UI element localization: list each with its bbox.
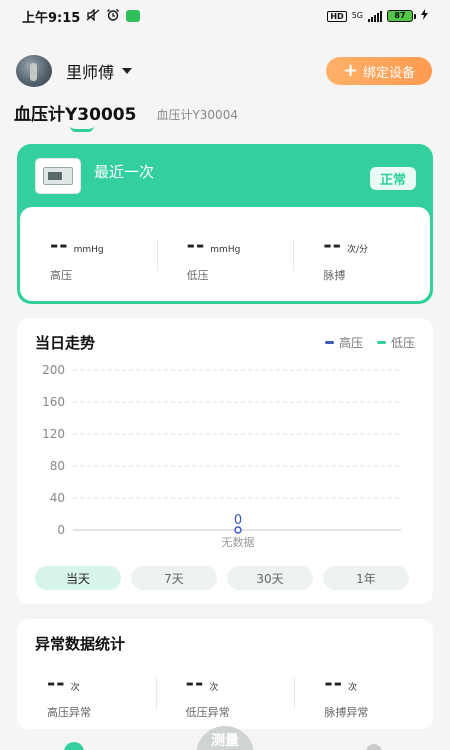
diastolic-unit: mmHg — [210, 245, 241, 255]
diastolic-abnormal-metric: -- 次 低压异常 — [155, 671, 295, 720]
legend-swatch-diastolic — [376, 341, 386, 344]
device-tab-active[interactable]: 血压计Y30005 — [14, 100, 137, 132]
systolic-metric: -- mmHg 高压 — [20, 233, 157, 301]
battery-icon: 87 — [387, 10, 416, 22]
device-tab-other[interactable]: 血压计Y30004 — [156, 106, 238, 125]
wechat-notification-icon — [126, 10, 141, 22]
trend-title: 当日走势 — [35, 334, 96, 352]
latest-title: 最近一次 — [94, 163, 155, 181]
y-tick-label: 80 — [50, 459, 65, 473]
network-label: 5G — [351, 11, 363, 20]
legend-item-systolic: 高压 — [324, 334, 363, 351]
legend-swatch-systolic — [324, 341, 334, 344]
pulse-abnormal-label: 脉搏异常 — [324, 706, 369, 719]
latest-measurement-card: 最近一次 正常 -- mmHg 高压 -- mmHg 低压 -- 次/分 脉搏 — [17, 144, 433, 304]
mute-icon — [86, 7, 100, 24]
chevron-down-icon[interactable] — [122, 68, 133, 74]
avatar[interactable] — [16, 55, 52, 87]
user-name[interactable]: 里师傅 — [66, 59, 114, 83]
bind-device-button[interactable]: + 绑定设备 — [326, 57, 432, 85]
range-tab-1y[interactable]: 1年 — [323, 566, 409, 590]
chart-legend: 高压 低压 — [324, 334, 415, 351]
diastolic-metric: -- mmHg 低压 — [156, 233, 294, 301]
legend-label-diastolic: 低压 — [390, 336, 415, 350]
daily-trend-card: 当日走势 高压 低压 200 160 120 80 40 0 0 无数据 当天 7天 30天 … — [17, 318, 433, 604]
battery-level: 87 — [387, 10, 413, 22]
y-tick-label: 200 — [42, 363, 65, 377]
nav-measure-button[interactable]: 测量 — [196, 726, 254, 750]
systolic-abnormal-value: -- — [47, 671, 66, 695]
legend-item-diastolic: 低压 — [376, 334, 415, 351]
trend-chart: 200 160 120 80 40 0 0 无数据 — [42, 363, 401, 549]
plus-icon: + — [342, 60, 359, 81]
systolic-unit: mmHg — [73, 245, 104, 255]
active-tab-indicator — [70, 126, 94, 132]
systolic-abnormal-unit: 次 — [70, 683, 80, 693]
data-point-label: 0 — [234, 513, 242, 528]
bottom-nav: 测量 — [0, 726, 450, 750]
status-time: 上午9:15 — [22, 10, 81, 26]
device-image — [36, 159, 80, 193]
y-tick-label: 160 — [42, 395, 65, 409]
diastolic-abnormal-value: -- — [185, 671, 205, 695]
range-tab-7d[interactable]: 7天 — [131, 566, 217, 590]
alarm-icon — [106, 8, 120, 24]
range-tabs: 当天 7天 30天 1年 — [35, 566, 409, 590]
legend-label-systolic: 高压 — [338, 336, 363, 350]
range-tab-day[interactable]: 当天 — [35, 566, 121, 590]
pulse-abnormal-unit: 次 — [347, 683, 357, 693]
abnormal-title: 异常数据统计 — [35, 635, 126, 653]
pulse-unit: 次/分 — [346, 245, 368, 255]
systolic-value: -- — [50, 233, 69, 257]
data-point — [234, 526, 242, 534]
device-tabs: 血压计Y30005 血压计Y30004 — [14, 100, 238, 132]
systolic-abnormal-metric: -- 次 高压异常 — [17, 671, 156, 720]
header: 里师傅 + 绑定设备 — [16, 54, 432, 88]
charging-icon — [421, 9, 428, 23]
systolic-label: 高压 — [50, 269, 72, 282]
y-tick-label: 0 — [57, 523, 65, 537]
nav-profile-icon[interactable] — [366, 744, 382, 750]
nav-home-icon[interactable] — [64, 742, 84, 750]
diastolic-abnormal-unit: 次 — [209, 683, 219, 693]
pulse-abnormal-metric: -- 次 脉搏异常 — [294, 671, 433, 720]
range-tab-30d[interactable]: 30天 — [227, 566, 313, 590]
signal-icon — [368, 10, 382, 22]
diastolic-value: -- — [186, 233, 206, 257]
bind-device-label: 绑定设备 — [363, 65, 416, 81]
device-tab-active-label: 血压计Y30005 — [14, 105, 137, 125]
abnormal-stats-card: 异常数据统计 -- 次 高压异常 -- 次 低压异常 -- 次 脉搏异常 — [17, 619, 433, 729]
hd-icon: HD — [327, 10, 347, 22]
y-tick-label: 120 — [42, 427, 65, 441]
y-tick-label: 40 — [50, 491, 65, 505]
status-bar: 上午9:15 HD 5G 87 — [0, 0, 450, 32]
pulse-metric: -- 次/分 脉搏 — [293, 233, 430, 301]
pulse-abnormal-value: -- — [324, 671, 343, 695]
empty-data-label: 无数据 — [222, 535, 255, 549]
status-badge: 正常 — [369, 167, 416, 190]
pulse-value: -- — [323, 233, 342, 257]
diastolic-abnormal-label: 低压异常 — [185, 706, 230, 719]
diastolic-label: 低压 — [186, 269, 209, 282]
pulse-label: 脉搏 — [323, 269, 346, 282]
systolic-abnormal-label: 高压异常 — [47, 706, 91, 719]
